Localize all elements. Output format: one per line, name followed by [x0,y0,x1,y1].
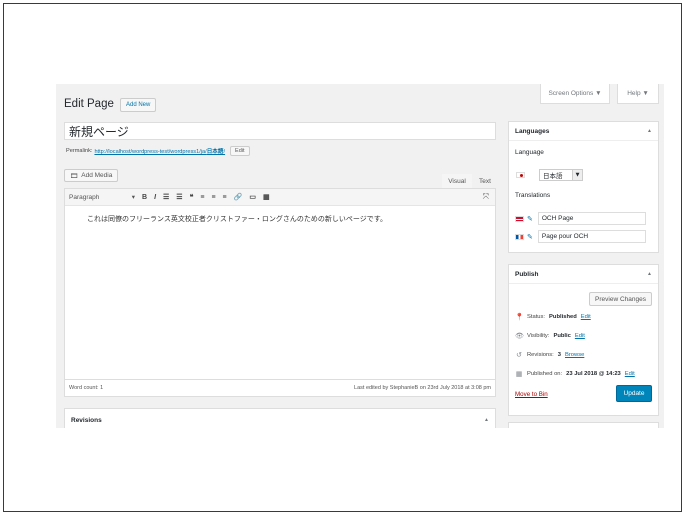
move-to-bin-link[interactable]: Move to Bin [515,391,548,398]
tab-visual[interactable]: Visual [442,174,472,188]
word-count: Word count: 1 [69,385,104,391]
translations-label: Translations [515,192,551,199]
add-media-label: Add Media [81,172,113,179]
language-select[interactable]: 日本語 ▼ [539,169,583,181]
toolbar-toggle-icon[interactable]: ▦ [263,193,270,201]
add-new-button[interactable]: Add New [120,98,157,112]
editor-content[interactable]: これは同僚のフリーランス英文校正者クリストファー・ロングさんのための新しいページ… [65,206,495,232]
france-flag-icon [515,233,524,240]
publish-header[interactable]: Publish ▲ [509,265,658,284]
post-title-input[interactable]: 新規ページ [64,122,496,140]
editor-toolbar: Paragraph ▾ B I ☰ ☰ ❝ ≡ ≡ ≡ 🔗 ▭ ▦ ⤧ [65,189,495,206]
published-value: 23 Jul 2018 @ 14:23 [566,371,621,377]
published-label: Published on: [527,371,563,377]
permalink-url: http://localhost/wordpress-test/wordpres… [94,149,207,155]
align-center-icon[interactable]: ≡ [211,194,215,201]
revisions-value: 3 [557,352,561,358]
visibility-value: Public [553,333,571,339]
chevron-up-icon[interactable]: ▲ [647,271,652,277]
pin-icon: 📍 [515,314,524,321]
uk-flag-icon [515,215,524,222]
chevron-up-icon[interactable]: ▲ [647,128,652,134]
next-sidebar-box [508,422,659,428]
bold-icon[interactable]: B [142,194,147,201]
revisions-row: ↺ Revisions: 3 Browse [515,351,584,359]
revisions-box-title: Revisions [71,416,102,424]
permalink-row: Permalink: http://localhost/wordpress-te… [66,146,250,156]
blockquote-icon[interactable]: ❝ [190,193,194,201]
translation-input-fr[interactable]: Page pour OCH [537,230,646,243]
screen-options-button[interactable]: Screen Options ▼ [540,84,610,104]
languages-title: Languages [515,127,550,135]
italic-icon[interactable]: I [154,194,156,201]
languages-box: Languages ▲ Language 日本語 ▼ Translations … [508,121,659,253]
revisions-label: Revisions: [527,352,554,358]
published-edit-link[interactable]: Edit [625,371,635,377]
revisions-box[interactable]: Revisions ▲ [64,408,496,428]
visibility-edit-link[interactable]: Edit [575,333,585,339]
numbered-list-icon[interactable]: ☰ [176,193,182,201]
publish-box: Publish ▲ Preview Changes 📍 Status: Publ… [508,264,659,416]
fullscreen-icon[interactable]: ⤧ [483,192,489,202]
read-more-icon[interactable]: ▭ [249,193,256,201]
status-value: Published [549,314,577,320]
status-row: 📍 Status: Published Edit [515,313,591,321]
media-icon: 🎞 [70,172,79,180]
chevron-up-icon[interactable]: ▲ [484,417,489,423]
history-icon: ↺ [516,352,522,359]
align-left-icon[interactable]: ≡ [200,194,204,201]
editor-status-bar: Word count: 1 Last edited by StephanieB … [64,380,496,397]
language-select-value: 日本語 [543,172,563,180]
publish-title: Publish [515,270,539,278]
eye-icon: 👁 [515,333,524,340]
link-icon[interactable]: 🔗 [234,193,243,201]
permalink-label: Permalink: [66,148,93,154]
translation-row-uk: ✎ OCH Page [515,212,646,225]
help-button[interactable]: Help ▼ [617,84,659,104]
languages-header[interactable]: Languages ▲ [509,122,658,141]
pencil-icon[interactable]: ✎ [527,233,533,241]
screenshot-frame: Screen Options ▼ Help ▼ Edit Page Add Ne… [3,3,682,512]
permalink-link[interactable]: http://localhost/wordpress-test/wordpres… [94,147,225,155]
permalink-trail: / [223,149,226,155]
edit-permalink-button[interactable]: Edit [230,146,250,156]
translation-input-uk[interactable]: OCH Page [537,212,646,225]
tab-text[interactable]: Text [474,174,496,188]
chevron-down-icon: ▼ [572,170,582,180]
permalink-slug: 日本語 [206,149,224,155]
page-title: Edit Page [64,98,114,110]
last-edited: Last edited by StephanieB on 23rd July 2… [354,385,491,391]
content-editor: Paragraph ▾ B I ☰ ☰ ❝ ≡ ≡ ≡ 🔗 ▭ ▦ ⤧ これは同… [64,188,496,380]
format-select[interactable]: Paragraph ▾ [69,193,135,202]
add-media-button[interactable]: 🎞 Add Media [64,169,119,182]
language-label: Language [515,149,544,156]
japan-flag-icon [516,172,525,178]
revisions-browse-link[interactable]: Browse [565,352,584,358]
update-button[interactable]: Update [616,385,652,402]
bullet-list-icon[interactable]: ☰ [163,193,169,201]
align-right-icon[interactable]: ≡ [223,194,227,201]
status-edit-link[interactable]: Edit [581,314,591,320]
preview-changes-button[interactable]: Preview Changes [589,292,652,306]
calendar-icon: ▦ [515,371,523,378]
translation-row-fr: ✎ Page pour OCH [515,230,646,243]
visibility-label: Visibility: [527,333,550,339]
chevron-down-icon: ▾ [131,194,135,201]
format-select-value: Paragraph [69,193,100,201]
status-label: Status: [527,314,546,320]
published-row: ▦ Published on: 23 Jul 2018 @ 14:23 Edit [515,370,635,378]
wordpress-editor-screen: Screen Options ▼ Help ▼ Edit Page Add Ne… [56,84,664,428]
visibility-row: 👁 Visibility: Public Edit [515,332,585,340]
pencil-icon[interactable]: ✎ [527,215,533,223]
